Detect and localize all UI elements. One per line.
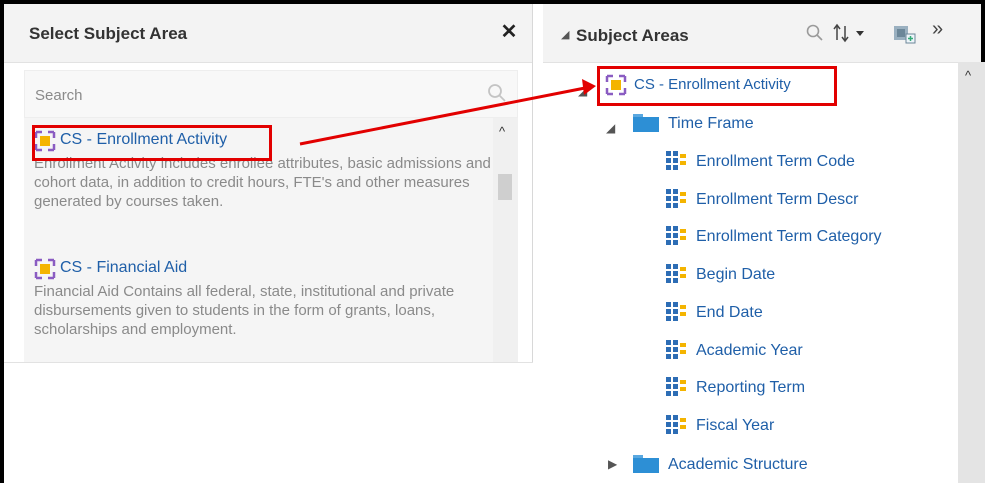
more-icon[interactable]: » <box>932 18 943 41</box>
tree-column[interactable]: End Date <box>662 301 942 325</box>
tree-column-label[interactable]: Begin Date <box>696 266 775 284</box>
column-icon <box>666 340 686 359</box>
column-icon <box>666 415 686 434</box>
subject-link[interactable]: CS - Financial Aid <box>60 259 187 277</box>
column-icon <box>666 151 686 170</box>
column-icon <box>666 264 686 283</box>
search-input[interactable] <box>33 81 477 109</box>
tree-scrollbar[interactable]: ^ <box>958 62 985 483</box>
tree-folder[interactable]: ▶ Academic Structure <box>600 453 820 477</box>
tree-folder-label[interactable]: Time Frame <box>668 115 754 133</box>
search-icon[interactable] <box>804 22 826 44</box>
expand-triangle-icon[interactable]: ◢ <box>578 84 587 98</box>
tree-column[interactable]: Academic Year <box>662 339 942 363</box>
tree-column[interactable]: Enrollment Term Descr <box>662 188 942 212</box>
column-icon <box>666 302 686 321</box>
dialog-bottom-border <box>4 362 533 363</box>
highlight-box-target <box>597 66 837 106</box>
tree-column-label[interactable]: Enrollment Term Category <box>696 228 882 246</box>
tree-column[interactable]: Fiscal Year <box>662 414 942 438</box>
sort-icon[interactable] <box>832 22 876 44</box>
tree-column-label[interactable]: Enrollment Term Code <box>696 153 855 171</box>
tree-column-label[interactable]: End Date <box>696 304 763 322</box>
column-icon <box>666 189 686 208</box>
column-icon <box>666 377 686 396</box>
tree-column-label[interactable]: Academic Year <box>696 342 803 360</box>
subject-areas-header: ◢ Subject Areas » <box>543 4 981 63</box>
expand-triangle-icon[interactable]: ◢ <box>606 121 615 135</box>
dialog-title: Select Subject Area <box>29 24 188 43</box>
close-button[interactable]: ✕ <box>496 18 522 46</box>
search-icon[interactable] <box>485 81 509 105</box>
scroll-thumb[interactable] <box>498 174 512 200</box>
add-subject-area-icon[interactable] <box>891 22 917 46</box>
panel-title: Subject Areas <box>576 26 689 45</box>
column-icon <box>666 226 686 245</box>
folder-icon <box>633 455 659 473</box>
tree-column[interactable]: Reporting Term <box>662 376 942 400</box>
tree-column[interactable]: Enrollment Term Category <box>662 225 942 249</box>
chevron-up-icon[interactable]: ^ <box>499 124 505 139</box>
tree-column-label[interactable]: Reporting Term <box>696 379 805 397</box>
tree-column[interactable]: Enrollment Term Code <box>662 150 942 174</box>
subject-description: Enrollment Activity includes enrollee at… <box>34 155 491 210</box>
panel-divider <box>532 4 533 362</box>
highlight-box-source <box>32 125 272 161</box>
dialog-header: Select Subject Area ✕ <box>4 4 533 63</box>
tree-column-label[interactable]: Enrollment Term Descr <box>696 191 858 209</box>
subject-description: Financial Aid Contains all federal, stat… <box>34 283 455 338</box>
search-box <box>24 70 518 118</box>
tree-folder[interactable]: ◢ Time Frame <box>600 112 800 136</box>
collapsed-triangle-icon[interactable]: ▶ <box>608 457 617 471</box>
subject-area-icon <box>34 258 56 280</box>
collapse-triangle-icon[interactable]: ◢ <box>561 28 569 41</box>
tree-column[interactable]: Begin Date <box>662 263 942 287</box>
tree-column-label[interactable]: Fiscal Year <box>696 417 774 435</box>
folder-icon <box>633 114 659 132</box>
chevron-up-icon[interactable]: ^ <box>965 68 971 83</box>
list-item[interactable]: CS - Financial Aid Financial Aid Contain… <box>34 258 489 339</box>
tree-folder-label[interactable]: Academic Structure <box>668 456 808 474</box>
list-scrollbar[interactable]: ^ <box>493 118 518 362</box>
